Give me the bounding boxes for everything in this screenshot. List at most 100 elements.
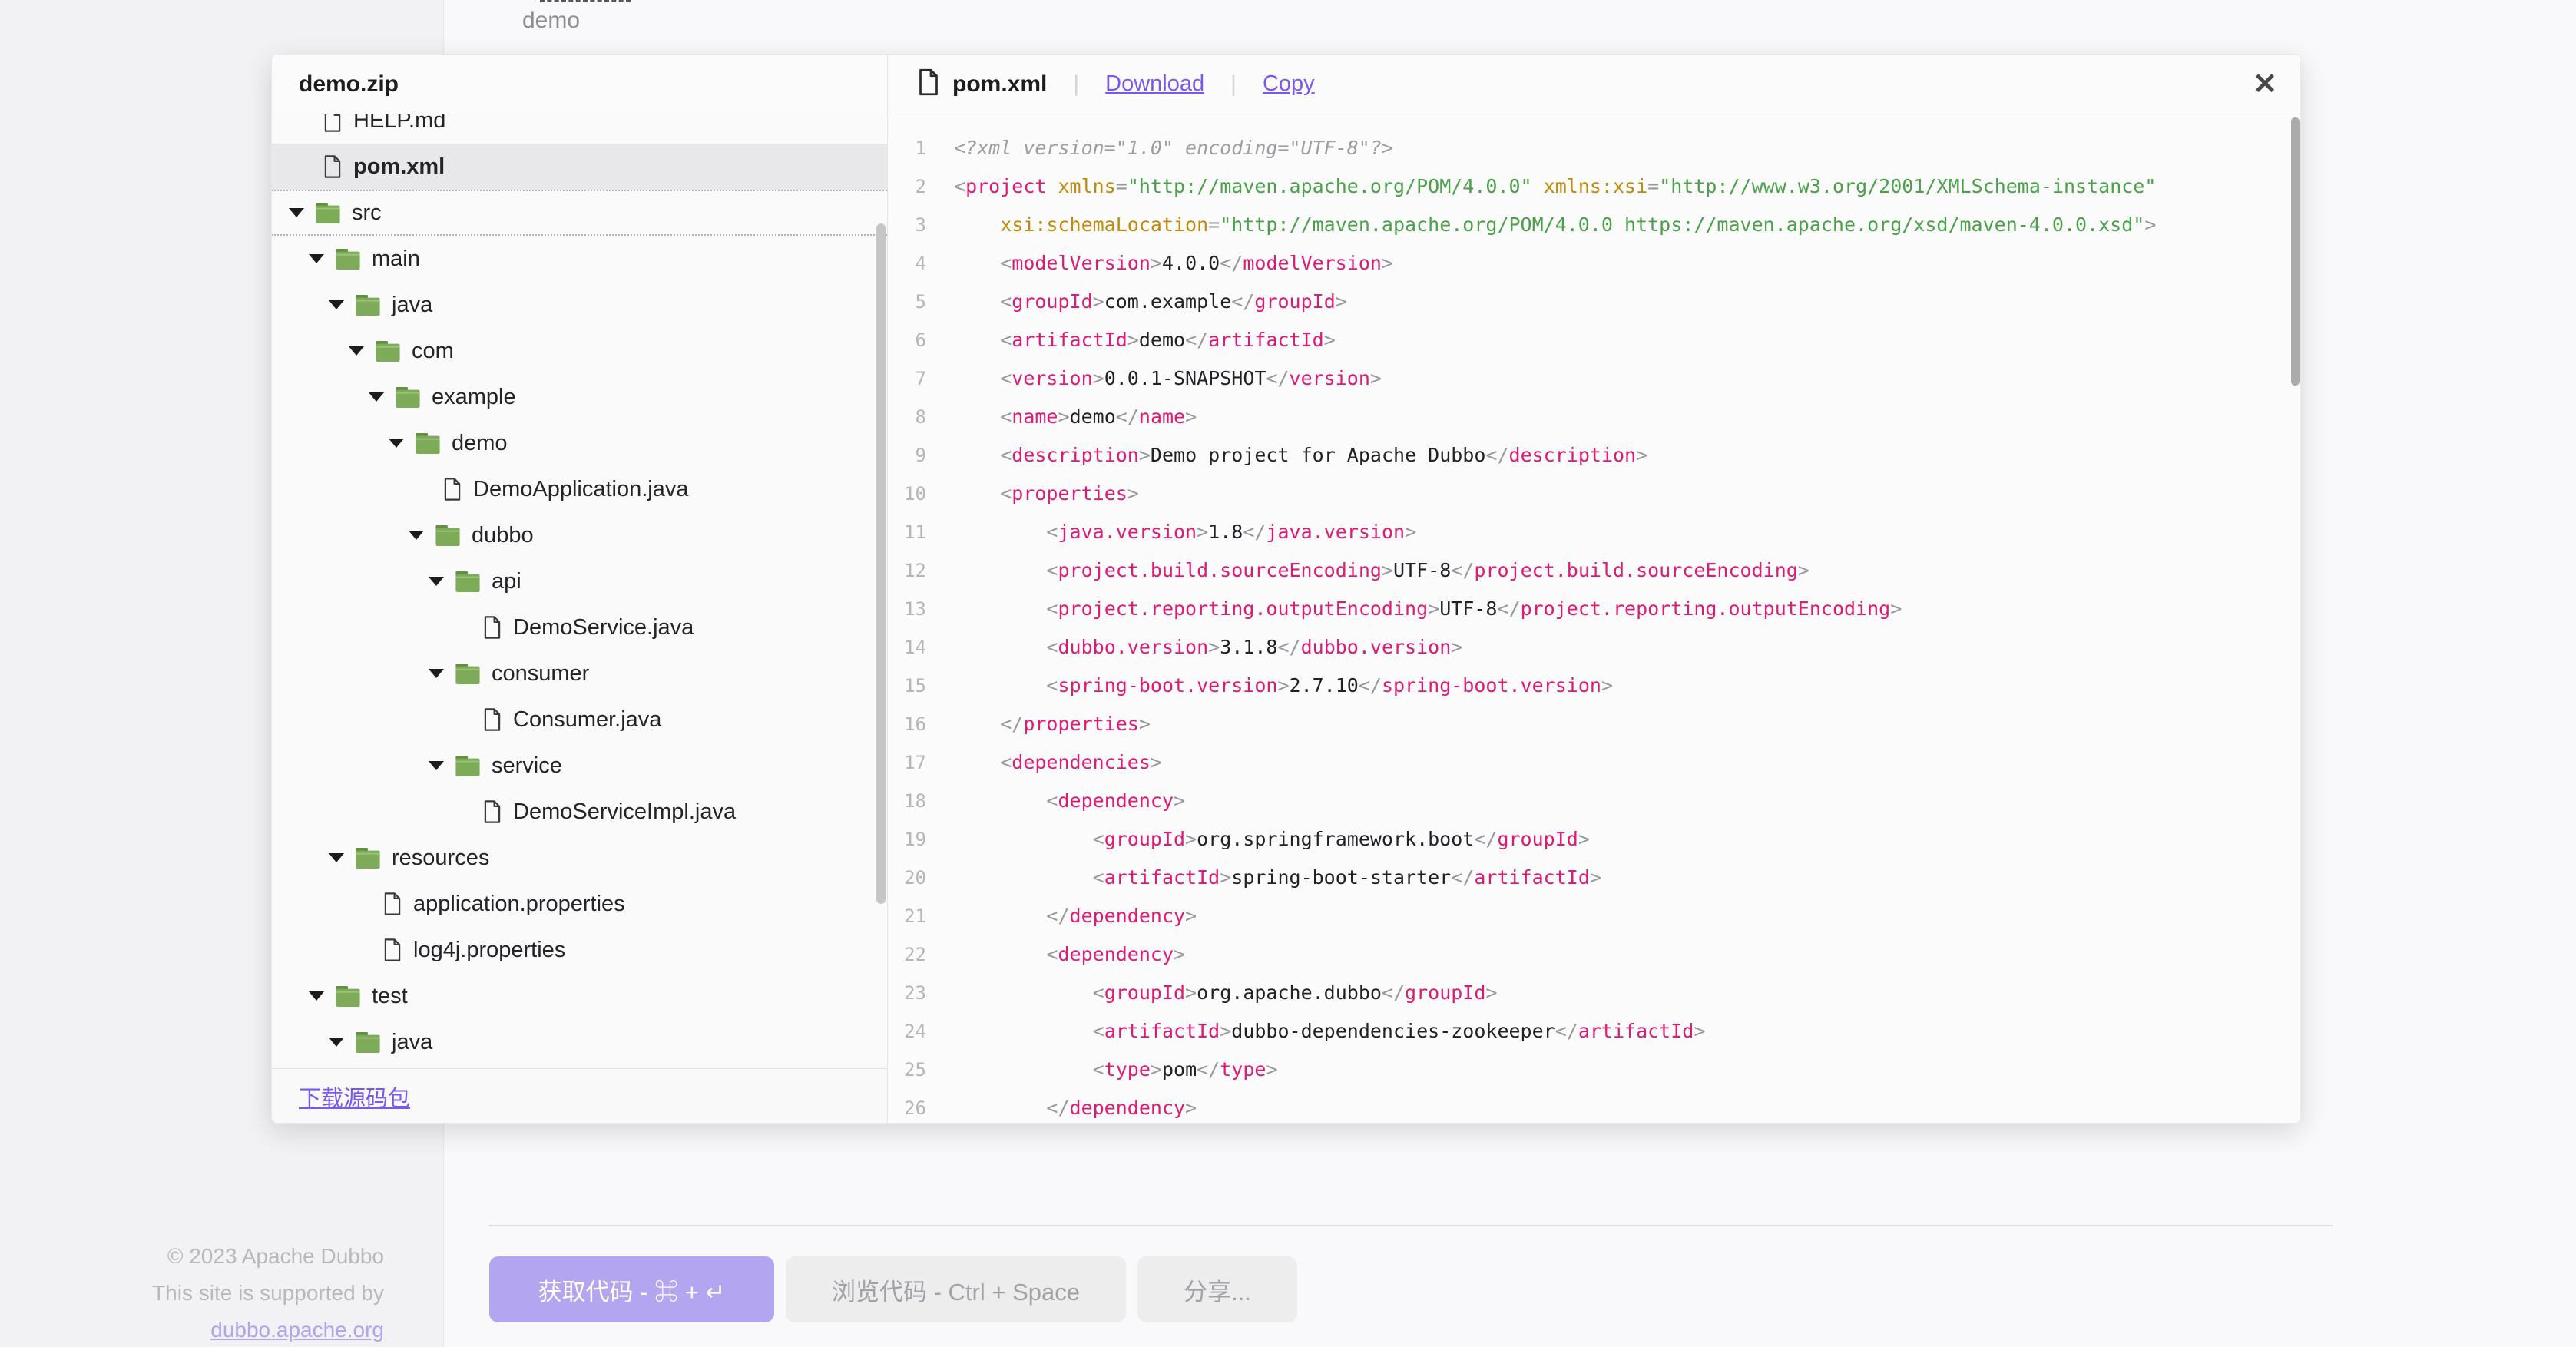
tree-item-example[interactable]: example [272, 374, 887, 420]
tree-item-demoservice-java[interactable]: DemoService.java [272, 604, 887, 650]
tree-item-com[interactable]: com [272, 328, 887, 374]
file-icon [382, 938, 402, 962]
tree-item-dubbo[interactable]: dubbo [272, 512, 887, 558]
code-line: 21 </dependency> [888, 897, 2300, 935]
folder-icon [315, 202, 341, 224]
tree-item-label: DemoService.java [513, 615, 694, 640]
tree-item-demo[interactable]: demo [272, 420, 887, 466]
chevron-down-icon[interactable] [389, 439, 404, 448]
header-separator: | [1073, 71, 1079, 98]
tree-item-src[interactable]: src [272, 190, 887, 236]
line-number: 13 [888, 590, 926, 628]
close-icon[interactable]: ✕ [2253, 70, 2277, 99]
chevron-down-icon[interactable] [289, 208, 304, 217]
tree-item-api[interactable]: api [272, 558, 887, 604]
line-number: 18 [888, 782, 926, 820]
chevron-down-icon[interactable] [329, 1038, 344, 1047]
chevron-down-icon[interactable] [429, 761, 444, 770]
chevron-down-icon[interactable] [429, 669, 444, 678]
folder-icon [355, 1031, 381, 1054]
get-code-button[interactable]: 获取代码 - ⌘ + ↵ [489, 1256, 774, 1322]
tree-item-main[interactable]: main [272, 236, 887, 282]
line-number: 6 [888, 321, 926, 359]
tree-item-application-properties[interactable]: application.properties [272, 881, 887, 927]
folder-icon [435, 525, 461, 547]
line-number: 19 [888, 820, 926, 859]
chevron-down-icon[interactable] [349, 346, 364, 356]
tree-item-demoserviceimpl-java[interactable]: DemoServiceImpl.java [272, 789, 887, 835]
folder-icon [375, 340, 401, 362]
tree-item-label: consumer [492, 661, 589, 687]
file-tree: HELP.mdpom.xmlsrcmainjavacomexampledemoD… [272, 114, 887, 1065]
download-link[interactable]: Download [1105, 71, 1204, 97]
chevron-down-icon[interactable] [329, 853, 344, 862]
code-line-text: <groupId>org.apache.dubbo</groupId> [926, 974, 1497, 1012]
line-number: 14 [888, 628, 926, 667]
tree-scrollbar-thumb[interactable] [876, 223, 886, 904]
tree-item-java[interactable]: java [272, 1019, 887, 1065]
chevron-down-icon[interactable] [369, 392, 384, 402]
code-line-text: </dependency> [926, 1089, 1197, 1124]
tree-item-label: DemoServiceImpl.java [513, 799, 736, 825]
code-line: 1<?xml version="1.0" encoding="UTF-8"?> [888, 129, 2300, 167]
tree-item-service[interactable]: service [272, 743, 887, 789]
chevron-down-icon[interactable] [429, 577, 444, 586]
browse-code-button[interactable]: 浏览代码 - Ctrl + Space [786, 1256, 1126, 1322]
supported-by-text: This site is supported by [0, 1275, 384, 1312]
file-tree-panel: HELP.mdpom.xmlsrcmainjavacomexampledemoD… [272, 114, 888, 1124]
copyright-text: © 2023 Apache Dubbo [0, 1238, 384, 1275]
line-number: 10 [888, 475, 926, 513]
tree-item-log4j-properties[interactable]: log4j.properties [272, 927, 887, 973]
line-number: 21 [888, 897, 926, 935]
chevron-down-icon[interactable] [309, 254, 324, 263]
code-line-text: <name>demo</name> [926, 398, 1197, 436]
line-number: 2 [888, 167, 926, 206]
code-panel: 1<?xml version="1.0" encoding="UTF-8"?>2… [888, 114, 2300, 1124]
tree-item-help-md[interactable]: HELP.md [272, 114, 887, 144]
tree-item-pom-xml[interactable]: pom.xml [272, 144, 887, 190]
footer-divider [489, 1225, 2333, 1226]
chevron-down-icon[interactable] [409, 531, 424, 540]
tree-item-label: java [392, 1030, 432, 1055]
file-icon [382, 892, 402, 916]
code-line: 23 <groupId>org.apache.dubbo</groupId> [888, 974, 2300, 1012]
folder-icon [355, 294, 381, 316]
dubbo-site-link[interactable]: dubbo.apache.org [210, 1318, 384, 1342]
line-number: 15 [888, 667, 926, 705]
code-line: 4 <modelVersion>4.0.0</modelVersion> [888, 244, 2300, 283]
code-line-text: <groupId>com.example</groupId> [926, 283, 1347, 321]
chevron-down-icon[interactable] [309, 991, 324, 1001]
open-file-name: pom.xml [952, 71, 1047, 98]
document-icon [917, 68, 940, 100]
chevron-down-icon[interactable] [329, 300, 344, 309]
tree-item-test[interactable]: test [272, 973, 887, 1019]
tree-item-consumer-java[interactable]: Consumer.java [272, 697, 887, 743]
code-line-text: <?xml version="1.0" encoding="UTF-8"?> [926, 129, 1393, 167]
code-line: 2<project xmlns="http://maven.apache.org… [888, 167, 2300, 206]
code-line: 12 <project.build.sourceEncoding>UTF-8</… [888, 551, 2300, 590]
line-number: 11 [888, 513, 926, 551]
code-viewer: 1<?xml version="1.0" encoding="UTF-8"?>2… [888, 114, 2300, 1124]
download-source-link[interactable]: 下载源码包 [299, 1081, 410, 1113]
file-icon [323, 154, 343, 179]
code-line: 14 <dubbo.version>3.1.8</dubbo.version> [888, 628, 2300, 667]
share-button[interactable]: 分享... [1137, 1256, 1297, 1322]
code-line-text: <artifactId>demo</artifactId> [926, 321, 1336, 359]
code-line-text: <version>0.0.1-SNAPSHOT</version> [926, 359, 1382, 398]
background-project-name: demo [522, 8, 580, 34]
code-line: 15 <spring-boot.version>2.7.10</spring-b… [888, 667, 2300, 705]
code-scrollbar-thumb[interactable] [2291, 117, 2300, 386]
tree-item-java[interactable]: java [272, 282, 887, 328]
copy-link[interactable]: Copy [1263, 71, 1315, 97]
line-number: 25 [888, 1051, 926, 1089]
line-number: 9 [888, 436, 926, 475]
code-line-text: <project xmlns="http://maven.apache.org/… [926, 167, 2156, 206]
tree-item-resources[interactable]: resources [272, 835, 887, 881]
tree-item-label: com [412, 339, 454, 364]
tree-item-consumer[interactable]: consumer [272, 650, 887, 697]
tree-item-demoapplication-java[interactable]: DemoApplication.java [272, 466, 887, 512]
modal-header: demo.zip pom.xml | Download | Copy ✕ [272, 55, 2300, 114]
file-icon [482, 799, 502, 824]
code-line-text: <artifactId>spring-boot-starter</artifac… [926, 859, 1601, 897]
line-number: 26 [888, 1089, 926, 1124]
